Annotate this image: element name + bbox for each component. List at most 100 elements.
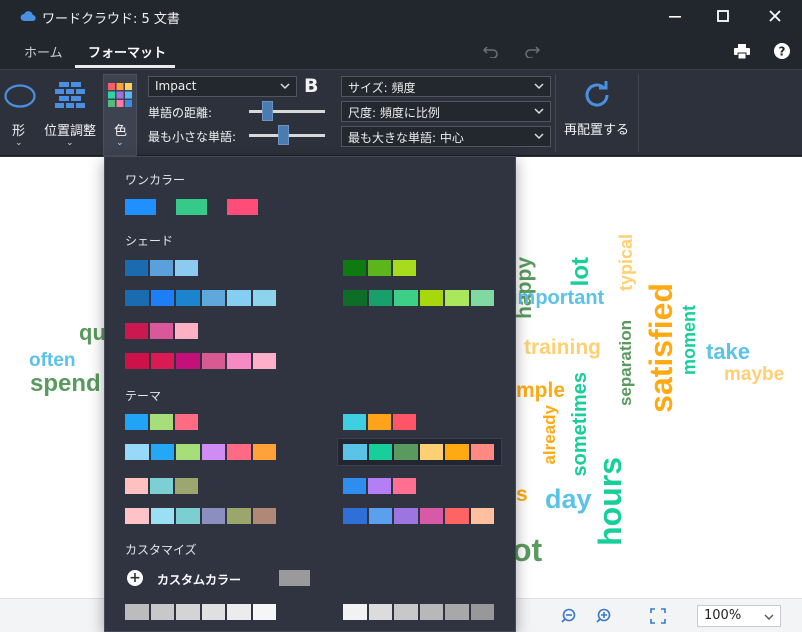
redo-button[interactable] [522,41,542,61]
shade-palette-pink-6[interactable] [125,353,278,369]
rearrange-button[interactable]: 再配置する [558,74,636,154]
zoom-in-icon[interactable] [595,607,613,625]
color-swatch[interactable] [175,478,198,494]
add-icon[interactable]: + [127,570,143,586]
color-swatch[interactable] [176,508,200,524]
color-swatch[interactable] [150,260,173,276]
color-swatch[interactable] [419,290,443,306]
layout-group[interactable]: 位置調整 ⌄ [40,70,100,156]
color-swatch[interactable] [343,414,366,430]
zoom-out-icon[interactable] [560,607,578,625]
cloud-word[interactable]: take [706,341,750,363]
cloud-word[interactable]: already [540,405,559,465]
color-swatch[interactable] [470,290,494,306]
color-swatch[interactable] [150,604,174,620]
color-swatch[interactable] [252,290,276,306]
cloud-word[interactable]: ot [512,534,542,566]
color-swatch[interactable] [201,444,225,460]
color-button[interactable]: 色 ⌄ [103,74,137,156]
tab-format[interactable]: フォーマット [88,42,166,61]
color-swatch[interactable] [343,508,367,524]
color-swatch[interactable] [125,199,156,215]
color-swatch[interactable] [227,353,251,369]
color-swatch[interactable] [201,508,225,524]
spacing-slider-track[interactable] [249,110,325,113]
zoom-select[interactable]: 100% [697,605,781,627]
color-swatch[interactable] [368,414,391,430]
color-swatch[interactable] [419,508,443,524]
color-swatch[interactable] [394,290,418,306]
color-swatch[interactable] [150,508,174,524]
shade-palette-blue-3[interactable] [125,260,200,276]
custom-color-label[interactable]: カスタムカラー [157,571,241,588]
shade-palette-blue-6[interactable] [125,290,278,306]
color-swatch[interactable] [368,444,392,460]
cloud-word[interactable]: training [524,337,601,358]
cloud-word[interactable]: maybe [724,365,784,384]
color-swatch[interactable] [470,604,494,620]
shade-palette-pink-3[interactable] [125,323,200,339]
theme-palette[interactable] [125,478,200,494]
bold-button[interactable]: B [304,75,318,97]
color-swatch[interactable] [227,199,258,215]
cloud-word[interactable]: moment [679,305,699,375]
scale-select[interactable]: 尺度: 頻度に比例 [341,101,551,122]
color-swatch[interactable] [150,353,174,369]
color-swatch[interactable] [125,323,148,339]
print-button[interactable] [732,41,752,61]
color-swatch[interactable] [150,444,174,460]
color-swatch[interactable] [150,323,173,339]
color-swatch[interactable] [445,508,469,524]
color-swatch[interactable] [125,508,149,524]
color-swatch[interactable] [368,478,391,494]
color-swatch[interactable] [125,604,149,620]
theme-palette-selected[interactable] [343,444,496,460]
undo-button[interactable] [481,41,501,61]
color-swatch[interactable] [343,260,366,276]
color-swatch[interactable] [252,508,276,524]
color-swatch[interactable] [125,444,149,460]
color-swatch[interactable] [227,444,251,460]
color-swatch[interactable] [394,508,418,524]
color-swatch[interactable] [252,444,276,460]
color-swatch[interactable] [125,260,148,276]
color-swatch[interactable] [368,260,391,276]
color-swatch[interactable] [343,444,367,460]
theme-palette[interactable] [125,508,278,524]
theme-palette[interactable] [343,414,418,430]
color-swatch[interactable] [176,444,200,460]
color-swatch[interactable] [393,414,416,430]
color-swatch[interactable] [125,353,149,369]
theme-palette[interactable] [125,414,200,430]
theme-palette[interactable] [343,508,496,524]
color-swatch[interactable] [227,604,251,620]
shade-palette-green-6[interactable] [343,290,496,306]
color-swatch[interactable] [445,604,469,620]
cloud-word[interactable]: sometimes [569,372,591,477]
color-swatch[interactable] [150,478,173,494]
tab-home[interactable]: ホーム [24,42,63,61]
color-swatch[interactable] [150,290,174,306]
min-word-slider-thumb[interactable] [278,125,290,145]
color-swatch[interactable] [176,604,200,620]
shade-palette-green-3[interactable] [343,260,418,276]
cloud-word[interactable]: typical [616,234,636,291]
color-swatch[interactable] [252,353,276,369]
font-select[interactable]: Impact [148,76,297,97]
cloud-word[interactable]: day [545,486,592,513]
color-swatch[interactable] [175,260,198,276]
color-swatch[interactable] [150,414,173,430]
color-swatch[interactable] [201,353,225,369]
color-swatch[interactable] [368,290,392,306]
color-swatch[interactable] [176,353,200,369]
color-swatch[interactable] [175,414,198,430]
color-swatch[interactable] [125,414,148,430]
color-swatch[interactable] [394,604,418,620]
cloud-word[interactable]: hours [592,457,628,546]
color-swatch[interactable] [176,199,207,215]
color-swatch[interactable] [393,478,416,494]
single-color-row[interactable] [125,199,278,215]
color-swatch[interactable] [201,604,225,620]
color-swatch[interactable] [227,508,251,524]
cloud-word[interactable]: often [29,351,75,370]
